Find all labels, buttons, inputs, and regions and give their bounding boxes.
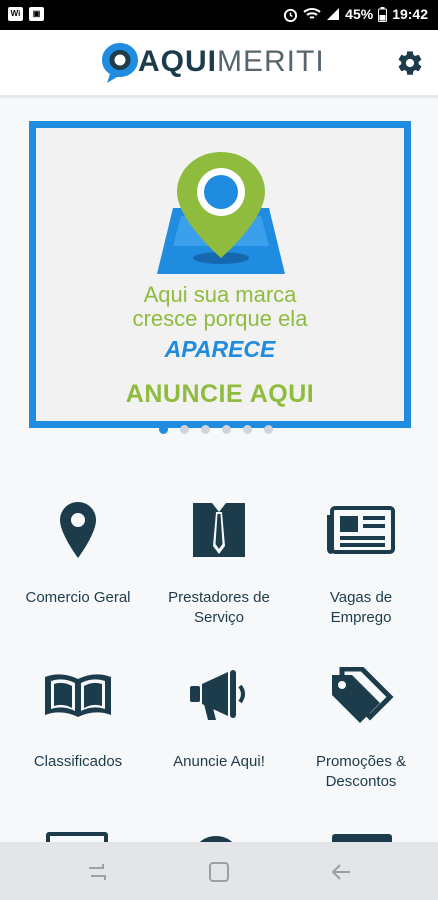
home-button[interactable] (204, 857, 234, 887)
clock: 19:42 (392, 6, 428, 22)
open-book-icon (45, 674, 111, 717)
map-pin-icon (60, 502, 96, 558)
wifi-calling-icon: Wi (8, 7, 23, 21)
category-vagas-emprego[interactable]: Vagas de Emprego (288, 498, 434, 638)
carousel-indicator (159, 425, 273, 434)
price-tags-icon (332, 667, 394, 723)
category-prestadores-servico[interactable]: Prestadores de Serviço (146, 498, 292, 638)
logo-text-bold: AQUI (138, 45, 217, 78)
settings-button[interactable] (396, 49, 424, 77)
newspaper-icon (327, 506, 395, 554)
back-button[interactable] (326, 857, 356, 887)
megaphone-icon (190, 670, 245, 720)
gear-icon (398, 51, 422, 75)
system-nav-bar (0, 842, 438, 900)
battery-icon (378, 6, 388, 22)
banner-text-line1: Aqui sua marca (143, 282, 297, 307)
map-location-icon (157, 152, 285, 274)
category-label: Promoções & (315, 753, 407, 770)
category-label: Comercio Geral (25, 589, 131, 606)
category-label: Classificados (33, 753, 123, 770)
carousel-dot[interactable] (159, 425, 168, 434)
carousel-dot[interactable] (201, 425, 210, 434)
category-classificados[interactable]: Classificados (5, 664, 151, 804)
category-promocoes-descontos[interactable]: Promoções & Descontos (288, 664, 434, 804)
gallery-icon: ▣ (29, 7, 44, 21)
category-anuncie-aqui[interactable]: Anuncie Aqui! (146, 664, 292, 804)
signal-icon (327, 8, 340, 20)
category-label: Prestadores de (168, 589, 270, 606)
battery-percent: 45% (345, 6, 374, 22)
carousel-dot[interactable] (264, 425, 273, 434)
category-icon-partial[interactable] (332, 834, 392, 842)
category-label: Emprego (330, 609, 392, 626)
logo-pin-icon (98, 40, 142, 84)
category-comercio-geral[interactable]: Comercio Geral (5, 498, 151, 638)
category-label: Anuncie Aqui! (173, 753, 265, 770)
category-row-partial (0, 828, 438, 842)
status-bar: Wi ▣ 45% 19:42 (0, 0, 438, 30)
banner-text-line2: cresce porque ela (132, 306, 308, 331)
logo-text-light: MERITI (217, 45, 325, 78)
recent-apps-icon (89, 864, 106, 880)
app-logo: AQUIMERITI (98, 40, 325, 84)
ad-banner[interactable]: Aqui sua marca cresce porque ela APARECE… (29, 121, 411, 428)
category-label: Serviço (193, 609, 245, 626)
alarm-icon (284, 8, 298, 22)
back-arrow-icon (331, 864, 350, 880)
banner-cta-text: ANUNCIE AQUI (125, 380, 315, 408)
wifi-icon (303, 8, 321, 19)
suit-tie-icon (193, 503, 245, 557)
carousel-dot[interactable] (243, 425, 252, 434)
category-label: Descontos (325, 773, 397, 790)
banner-brand-text: APARECE (164, 336, 276, 362)
home-icon (209, 862, 229, 882)
recent-apps-button[interactable] (82, 857, 112, 887)
carousel-dot[interactable] (180, 425, 189, 434)
app-header: AQUIMERITI (0, 30, 438, 98)
category-icon-partial[interactable] (46, 832, 108, 842)
carousel-dot[interactable] (222, 425, 231, 434)
category-label: Vagas de (329, 589, 393, 606)
